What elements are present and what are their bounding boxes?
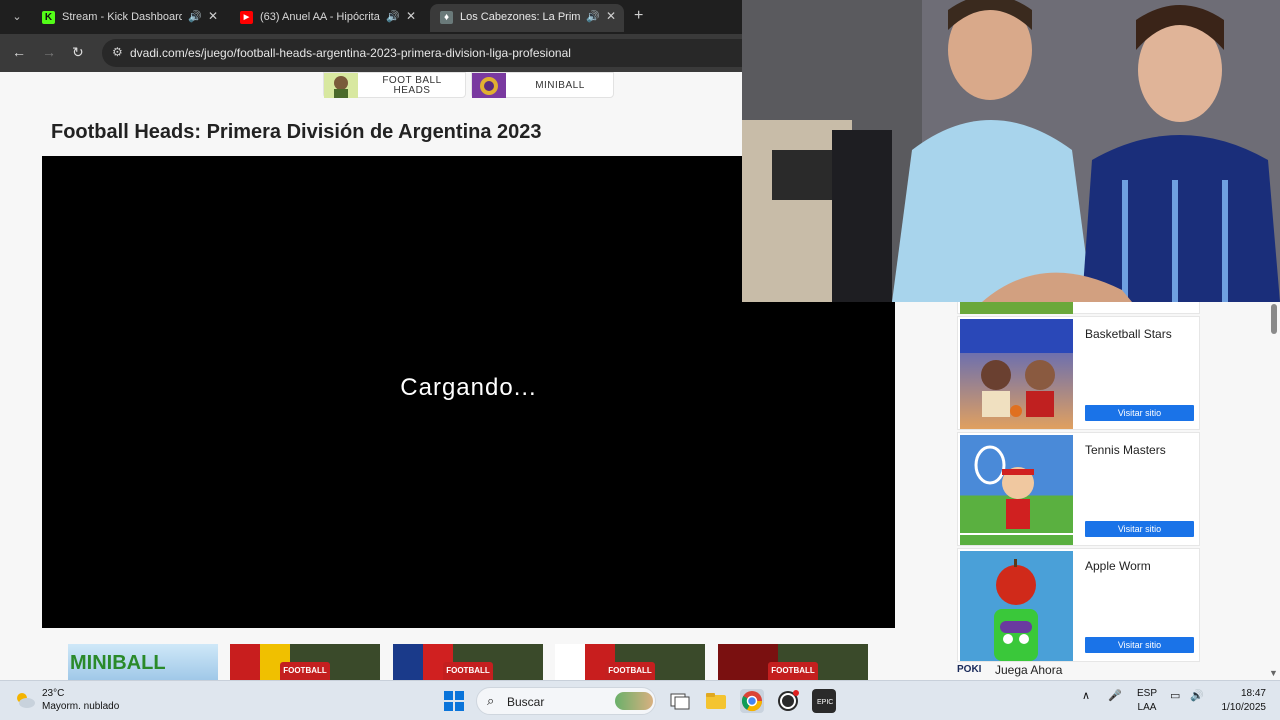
related-game-label: MINIBALL <box>70 652 166 674</box>
page-scrollbar[interactable]: ▼ <box>1268 302 1280 680</box>
top-card-label: MINIBALL <box>535 80 585 91</box>
game-name: Apple Worm <box>1085 559 1151 573</box>
weather-description: Mayorm. nublado <box>42 701 120 712</box>
show-hidden-icons-icon[interactable]: ∧ <box>1082 689 1090 702</box>
search-placeholder: Buscar <box>507 695 545 709</box>
language-indicator[interactable]: ESP LAA <box>1136 687 1158 715</box>
system-clock[interactable]: 18:47 1/10/2025 <box>1214 687 1267 715</box>
taskbar-search-input[interactable]: ⌕ Buscar <box>476 687 656 715</box>
related-game-label: FOOTBALL <box>280 662 330 680</box>
keyboard-layout: LAA <box>1137 702 1157 713</box>
volume-icon[interactable]: 🔊 <box>1190 689 1204 702</box>
clock-date: 1/10/2025 <box>1221 702 1267 713</box>
back-icon[interactable]: ← <box>12 44 26 60</box>
miniball-thumbnail <box>472 73 506 98</box>
game-name: Tennis Masters <box>1085 443 1166 457</box>
site-info-icon[interactable]: ⚙ <box>112 45 123 59</box>
search-icon: ⌕ <box>487 693 495 708</box>
url-field[interactable]: ⚙ dvadi.com/es/juego/football-heads-arge… <box>102 39 742 67</box>
related-game-usa-canada[interactable]: FOOTBALL <box>393 644 543 680</box>
network-icon[interactable]: ▭ <box>1170 689 1180 702</box>
football-heads-thumbnail <box>324 73 358 98</box>
youtube-favicon-icon: ▶ <box>240 11 253 24</box>
tab-title: (63) Anuel AA - Hipócrita fe <box>260 11 380 23</box>
microphone-icon[interactable]: 🎤 <box>1108 689 1122 702</box>
tab-kick-dashboard[interactable]: K Stream - Kick Dashboard 🔊 ✕ <box>32 4 226 32</box>
new-tab-icon[interactable]: + <box>634 7 643 25</box>
basketball-stars-thumbnail[interactable] <box>960 319 1073 429</box>
close-tab-icon[interactable]: ✕ <box>208 9 218 23</box>
speaker-icon[interactable]: 🔊 <box>188 10 202 23</box>
tab-youtube[interactable]: ▶ (63) Anuel AA - Hipócrita fe 🔊 ✕ <box>230 4 424 32</box>
related-game-label: FOOTBALL <box>768 662 818 680</box>
list-item: Tennis Masters Visitar sitio <box>957 432 1200 546</box>
top-game-card-miniball[interactable]: MINIBALL <box>471 72 614 98</box>
related-game-label: FOOTBALL <box>605 662 655 680</box>
reload-icon[interactable]: ↻ <box>72 44 84 61</box>
weather-temperature: 23°C <box>42 688 65 699</box>
top-game-card-football-heads[interactable]: FOOT BALL HEADS <box>323 72 466 98</box>
speaker-icon[interactable]: 🔊 <box>386 10 400 23</box>
address-bar: ← → ↻ ⚙ dvadi.com/es/juego/football-head… <box>0 34 742 72</box>
related-game-label: FOOTBALL <box>443 662 493 680</box>
kick-favicon-icon: K <box>42 11 55 24</box>
search-highlight-icon <box>615 692 653 710</box>
visit-site-button[interactable]: Visitar sitio <box>1085 521 1194 537</box>
game-favicon-icon: ♦ <box>440 11 453 24</box>
screen: ⌄ K Stream - Kick Dashboard 🔊 ✕ ▶ (63) A… <box>0 0 1280 720</box>
speaker-icon[interactable]: 🔊 <box>586 10 600 23</box>
weather-widget[interactable]: 23°C Mayorm. nublado <box>14 687 144 715</box>
language-code: ESP <box>1136 688 1157 699</box>
game-name: Basketball Stars <box>1085 327 1172 341</box>
play-now-banner[interactable]: POKI Juega Ahora <box>957 662 1200 680</box>
related-game-mexico[interactable]: FOOTBALL <box>555 644 705 680</box>
top-card-label: HEADS <box>393 85 431 96</box>
tab-title: Los Cabezones: La Primera <box>460 11 580 23</box>
file-explorer-icon[interactable] <box>704 689 728 713</box>
cloudy-weather-icon <box>17 693 35 708</box>
tab-title: Stream - Kick Dashboard <box>62 11 182 23</box>
related-game-spain[interactable]: FOOTBALL <box>230 644 380 680</box>
related-game-england[interactable]: FOOTBALL <box>718 644 868 680</box>
scrollbar-thumb[interactable] <box>1271 304 1277 334</box>
windows-start-icon[interactable] <box>442 689 466 713</box>
poki-logo: POKI <box>957 664 982 675</box>
related-game-miniball[interactable]: MINIBALL <box>68 644 218 680</box>
epic-games-icon[interactable]: EPIC <box>812 689 836 713</box>
svg-text:EPIC: EPIC <box>817 699 833 706</box>
tennis-masters-thumbnail[interactable] <box>960 435 1073 545</box>
browser-tab-bar: ⌄ K Stream - Kick Dashboard 🔊 ✕ ▶ (63) A… <box>0 0 742 34</box>
windows-taskbar: 23°C Mayorm. nublado ⌕ Buscar EPIC ∧ 🎤 E… <box>0 680 1280 720</box>
obs-icon[interactable] <box>776 689 800 713</box>
tab-los-cabezones[interactable]: ♦ Los Cabezones: La Primera 🔊 ✕ <box>430 4 624 32</box>
visit-site-button[interactable]: Visitar sitio <box>1085 637 1194 653</box>
webcam-image <box>742 0 1280 302</box>
clock-time: 18:47 <box>1240 688 1266 699</box>
task-view-icon[interactable] <box>668 689 692 713</box>
loading-text: Cargando... <box>400 374 537 401</box>
list-item: Apple Worm Visitar sitio <box>957 548 1200 662</box>
forward-icon[interactable]: → <box>42 44 56 60</box>
webcam-overlay <box>742 0 1280 302</box>
close-tab-icon[interactable]: ✕ <box>606 9 616 23</box>
scroll-down-arrow-icon[interactable]: ▼ <box>1269 668 1278 678</box>
page-title: Football Heads: Primera División de Arge… <box>51 121 542 143</box>
url-text: dvadi.com/es/juego/football-heads-argent… <box>130 46 571 60</box>
apple-worm-thumbnail[interactable] <box>960 551 1073 661</box>
list-item: Basketball Stars Visitar sitio <box>957 316 1200 430</box>
close-tab-icon[interactable]: ✕ <box>406 9 416 23</box>
chrome-icon[interactable] <box>740 689 764 713</box>
play-now-label: Juega Ahora <box>995 663 1063 677</box>
visit-site-button[interactable]: Visitar sitio <box>1085 405 1194 421</box>
tab-search-icon[interactable]: ⌄ <box>8 8 26 26</box>
